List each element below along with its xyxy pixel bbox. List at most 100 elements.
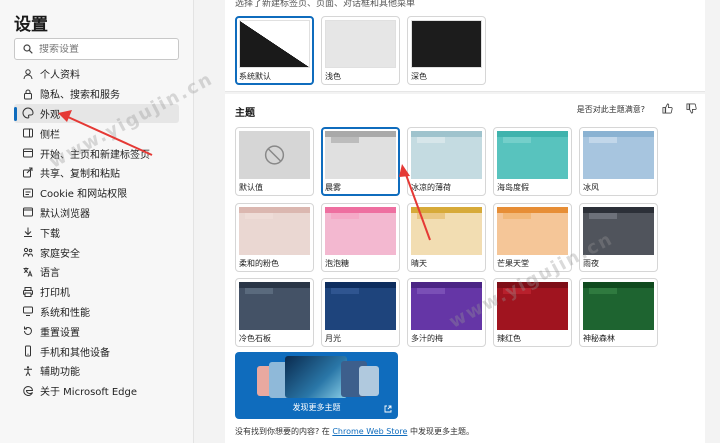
theme-preview: [411, 207, 482, 255]
theme-card[interactable]: 海岛度假: [493, 127, 572, 196]
theme-body: [325, 143, 396, 179]
sidebar-item-label: 手机和其他设备: [40, 347, 110, 359]
theme-label: 冰风: [583, 183, 599, 192]
theme-tab: [245, 213, 273, 219]
chrome-web-store-link[interactable]: Chrome Web Store: [332, 427, 407, 436]
sidebar-item-label: 默认浏览器: [40, 208, 90, 220]
phone-icon: [22, 345, 34, 357]
thumbs-down-icon[interactable]: [686, 103, 697, 114]
theme-preview: [411, 131, 482, 179]
theme-tab: [331, 213, 359, 219]
theme-card[interactable]: 芒果天堂: [493, 203, 572, 272]
palette-icon: [22, 107, 34, 119]
no-theme-icon: [264, 145, 285, 165]
theme-label: 雨夜: [583, 259, 599, 268]
theme-label: 默认值: [239, 183, 263, 192]
theme-label: 晴天: [411, 259, 427, 268]
sidebar-icon: [22, 127, 34, 139]
mode-card-dark[interactable]: 深色: [407, 16, 486, 85]
theme-tab: [331, 288, 359, 294]
search-box[interactable]: [14, 38, 179, 60]
theme-tab: [331, 137, 359, 143]
theme-card[interactable]: 冰凉的薄荷: [407, 127, 486, 196]
sidebar-item[interactable]: 个人资料: [14, 64, 179, 84]
theme-preview: [583, 131, 654, 179]
theme-tab: [589, 213, 617, 219]
theme-card[interactable]: 晴天: [407, 203, 486, 272]
theme-body: [411, 143, 482, 179]
sidebar-item[interactable]: 手机和其他设备: [14, 341, 179, 361]
sidebar-item[interactable]: 关于 Microsoft Edge: [14, 381, 179, 401]
sidebar-item[interactable]: 重置设置: [14, 321, 179, 341]
sidebar-item-label: 辅助功能: [40, 367, 80, 379]
sidebar-item-label: 外观: [40, 109, 60, 121]
theme-label: 晨雾: [325, 183, 341, 192]
theme-label: 冰凉的薄荷: [411, 183, 451, 192]
theme-card[interactable]: 多汁的梅: [407, 278, 486, 347]
theme-card[interactable]: 雨夜: [579, 203, 658, 272]
sidebar-item[interactable]: 共享、复制和粘贴: [14, 163, 179, 183]
theme-screenshot: [359, 366, 379, 396]
browser-icon: [22, 206, 34, 218]
theme-tab: [503, 137, 531, 143]
theme-tab: [245, 288, 273, 294]
mode-preview-system: [239, 20, 310, 68]
accessibility-icon: [22, 365, 34, 377]
thumbs-up-icon[interactable]: [662, 103, 673, 114]
theme-tab: [589, 288, 617, 294]
theme-body: [325, 294, 396, 330]
sidebar-item[interactable]: 语言: [14, 262, 179, 282]
search-input[interactable]: [39, 43, 169, 55]
theme-label: 月光: [325, 334, 341, 343]
sidebar-item[interactable]: 下载: [14, 222, 179, 242]
sidebar-item[interactable]: 外观: [14, 103, 179, 124]
theme-tab: [417, 137, 445, 143]
theme-body: [497, 219, 568, 255]
sidebar-item[interactable]: 侧栏: [14, 123, 179, 143]
download-icon: [22, 226, 34, 238]
sidebar-item[interactable]: 开始、主页和新建标签页: [14, 143, 179, 163]
sidebar-item[interactable]: 家庭安全: [14, 242, 179, 262]
theme-card[interactable]: 冷色石板: [235, 278, 314, 347]
sidebar-item-label: 开始、主页和新建标签页: [40, 149, 150, 161]
themes-heading: 主题: [235, 108, 255, 119]
appearance-mode-panel: 选择了新建标签页、页面、对话框和其他菜单 系统默认 浅色 深色: [225, 0, 705, 92]
theme-label: 冷色石板: [239, 334, 271, 343]
sidebar-item-label: 侧栏: [40, 129, 60, 141]
theme-preview: [239, 282, 310, 330]
discover-more-themes-card[interactable]: 发现更多主题: [235, 352, 398, 419]
theme-tab: [417, 288, 445, 294]
sidebar-item[interactable]: 打印机: [14, 282, 179, 302]
theme-card[interactable]: 晨雾: [321, 127, 400, 196]
sidebar-item-label: 系统和性能: [40, 307, 90, 319]
sidebar-item-label: 打印机: [40, 288, 70, 300]
theme-card[interactable]: 辣红色: [493, 278, 572, 347]
theme-card[interactable]: 冰风: [579, 127, 658, 196]
theme-tab: [503, 288, 531, 294]
theme-card[interactable]: 柔和的粉色: [235, 203, 314, 272]
sidebar-item[interactable]: 辅助功能: [14, 361, 179, 381]
theme-card[interactable]: 神秘森林: [579, 278, 658, 347]
sidebar-item[interactable]: 隐私、搜索和服务: [14, 84, 179, 104]
sidebar-item[interactable]: Cookie 和网站权限: [14, 183, 179, 203]
theme-body: [239, 219, 310, 255]
language-icon: [22, 266, 34, 278]
mode-preview-light: [325, 20, 396, 68]
theme-label: 芒果天堂: [497, 259, 529, 268]
theme-body: [583, 143, 654, 179]
theme-screenshot: [285, 356, 347, 398]
mode-card-system[interactable]: 系统默认: [235, 16, 314, 85]
theme-preview: [325, 282, 396, 330]
printer-icon: [22, 286, 34, 298]
sidebar-item[interactable]: 系统和性能: [14, 302, 179, 322]
theme-card[interactable]: 默认值: [235, 127, 314, 196]
sidebar-item-label: 共享、复制和粘贴: [40, 169, 120, 181]
appearance-caption: 选择了新建标签页、页面、对话框和其他菜单: [235, 0, 416, 9]
theme-card[interactable]: 月光: [321, 278, 400, 347]
mode-card-light[interactable]: 浅色: [321, 16, 400, 85]
theme-card[interactable]: 泡泡糖: [321, 203, 400, 272]
theme-feedback-prompt: 是否对此主题满意?: [576, 105, 645, 114]
discover-more-themes-label: 发现更多主题: [292, 403, 341, 412]
sidebar-item[interactable]: 默认浏览器: [14, 203, 179, 223]
theme-body: [583, 219, 654, 255]
